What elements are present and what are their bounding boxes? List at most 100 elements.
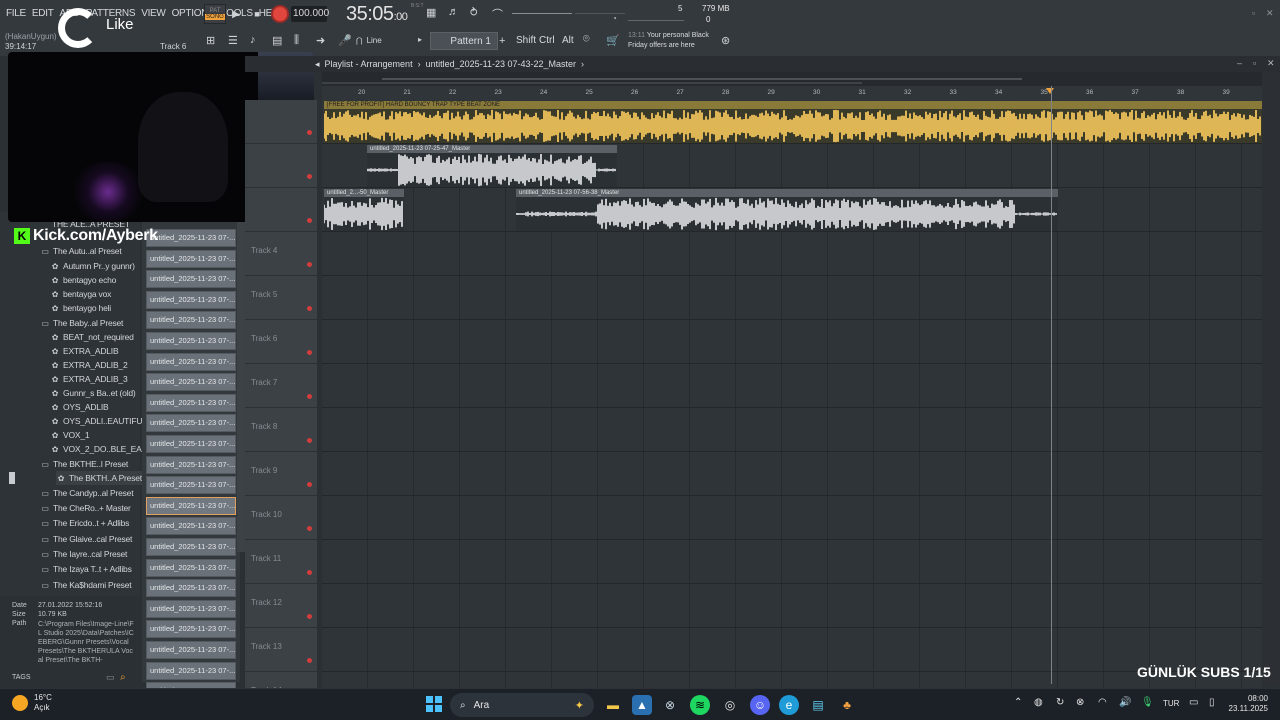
piano-roll-icon[interactable]: ♪	[250, 34, 256, 46]
steam-icon[interactable]: ⊗	[660, 695, 680, 715]
browser-folder[interactable]: ▭ The Ka$hdami Preset	[40, 578, 131, 592]
track-header[interactable]: Track 7	[245, 364, 317, 408]
browser-folder[interactable]: ▭ The BKTHE..l Preset	[40, 457, 128, 471]
browser-folder[interactable]: ▭ The CheRo..+ Master	[40, 501, 131, 515]
browser-folder[interactable]: ▭ The Iayre..cal Preset	[40, 547, 127, 561]
playhead[interactable]	[1051, 86, 1052, 684]
track-lane[interactable]	[322, 364, 1262, 408]
browser-preset[interactable]: ✿ Autumn Pr..y gunnr)	[50, 259, 135, 273]
browser-preset[interactable]: ✿ Gunnr_s Ba..et (old)	[50, 386, 136, 400]
weather-widget[interactable]: 16°C Açık	[12, 693, 52, 713]
windows-start-icon[interactable]	[426, 696, 442, 712]
picker-item[interactable]: untitled_2025-11-23 07-...	[146, 620, 236, 639]
track-record-dot-icon[interactable]	[307, 438, 312, 443]
master-pitch-slider[interactable]	[575, 13, 625, 14]
menu-file[interactable]: FILE	[6, 8, 26, 19]
picker-item[interactable]: untitled_2025-11-23 07-...	[146, 290, 236, 309]
ctrl-key-button[interactable]: Ctrl	[539, 33, 555, 49]
track-header[interactable]: Track 6	[245, 320, 317, 364]
track-record-dot-icon[interactable]	[307, 130, 312, 135]
microphone-icon[interactable]: 🎤	[338, 34, 352, 47]
playlist-maximize-icon[interactable]: ▫	[1253, 58, 1256, 68]
picker-item[interactable]: untitled_2025-11-23 07-...	[146, 496, 236, 515]
countdown-icon[interactable]: ⌒	[492, 6, 503, 22]
track-header[interactable]: Track 8	[245, 408, 317, 452]
track-header[interactable]	[245, 100, 317, 144]
chrome-like-icon[interactable]: ◎	[720, 695, 740, 715]
browser-preset[interactable]: ✿ VOX_2_DO..BLE_EAR	[50, 442, 148, 456]
typing-keyboard-icon[interactable]: ▦	[426, 6, 436, 19]
wifi-icon[interactable]: ◠	[1098, 697, 1107, 708]
track-header[interactable]	[245, 188, 317, 232]
globe-icon[interactable]: ⊛	[721, 34, 730, 47]
picker-item[interactable]: untitled_2025-11-23 07-...	[146, 661, 236, 680]
notepad-icon[interactable]: ▤	[808, 695, 828, 715]
track-record-dot-icon[interactable]	[307, 526, 312, 531]
play-button[interactable]: ▶	[228, 5, 244, 23]
track-record-dot-icon[interactable]	[307, 174, 312, 179]
track-record-dot-icon[interactable]	[307, 614, 312, 619]
picker-item[interactable]: untitled_2025-11-23 07-...	[146, 414, 236, 433]
playlist-icon[interactable]: ▤	[272, 34, 282, 47]
photos-app-icon[interactable]: ▲	[632, 695, 652, 715]
pat-song-toggle[interactable]: PAT SONG	[204, 4, 226, 24]
picker-item[interactable]: untitled_2025-11-23 07-...	[146, 435, 236, 453]
picker-item[interactable]: untitled_2025-11-23 07-...	[146, 558, 236, 577]
fl-studio-icon[interactable]: ♣	[837, 695, 857, 715]
track-record-dot-icon[interactable]	[307, 218, 312, 223]
stop-button[interactable]: ■	[249, 5, 265, 23]
menu-edit[interactable]: EDIT	[32, 8, 54, 19]
snap-selector[interactable]: ⋂ Line	[356, 32, 412, 48]
track-lane[interactable]	[322, 276, 1262, 320]
track-record-dot-icon[interactable]	[307, 570, 312, 575]
browser-preset[interactable]: ✿ OYS_ADLIB	[50, 400, 109, 414]
add-pattern-button[interactable]: +	[499, 35, 505, 47]
audio-clip-vocal-2[interactable]: untitled_2...-50_Master	[324, 189, 404, 231]
browser-preset[interactable]: ✿ VOX_1	[50, 428, 90, 442]
browser-preset[interactable]: ✿ The BKTH..A Preset	[56, 471, 142, 485]
picker-item[interactable]: untitled_2025-11-23 07-...	[146, 311, 236, 330]
picker-item[interactable]: untitled_2025-11-23 07-...	[146, 641, 236, 659]
tray-chevron-icon[interactable]: ⌃	[1014, 697, 1022, 708]
cart-icon[interactable]: 🛒	[606, 34, 620, 47]
battery-icon[interactable]: ▯	[1209, 697, 1215, 708]
news-panel[interactable]: 13:11 Your personal Black Friday offers …	[628, 31, 709, 51]
step-edit-icon[interactable]: ♬	[448, 6, 459, 18]
feedback-icon[interactable]: ⌾	[583, 33, 590, 46]
search-tags-icon[interactable]: ⌕	[120, 672, 126, 683]
spotify-icon[interactable]: ≋	[690, 695, 710, 715]
picker-item[interactable]: untitled_2025-11-23 07-...	[146, 393, 236, 412]
browser-folder[interactable]: ▭ The Glaive..cal Preset	[40, 532, 132, 546]
track-record-dot-icon[interactable]	[307, 306, 312, 311]
picker-item[interactable]: untitled_2025-11-23 07-...	[146, 599, 236, 618]
track-lane[interactable]	[322, 452, 1262, 496]
display-icon[interactable]: ▭	[1189, 697, 1198, 708]
wait-input-icon[interactable]: ⥁	[470, 6, 478, 19]
track-record-dot-icon[interactable]	[307, 658, 312, 663]
browser-folder[interactable]: ▭ The Izaya T..t + Adlibs	[40, 562, 132, 576]
folder-tag-icon[interactable]: ▭	[106, 672, 115, 683]
playlist-scrollbar[interactable]	[1262, 72, 1280, 684]
browser-preset[interactable]: ✿ bentaygo heli	[50, 301, 111, 315]
track-lane[interactable]	[322, 408, 1262, 452]
taskbar-clock[interactable]: 08:00 23.11.2025	[1226, 694, 1268, 714]
track-header[interactable]: Track 13	[245, 628, 317, 672]
track-lane[interactable]	[322, 540, 1262, 584]
track-lane[interactable]	[322, 320, 1262, 364]
tempo-display[interactable]: 100.000	[291, 6, 329, 22]
track-header[interactable]: Track 5	[245, 276, 317, 320]
edge-icon[interactable]: e	[779, 695, 799, 715]
audio-clip-beat[interactable]: [FREE FOR PROFIT] HARD BOUNCY TRAP TYPE …	[324, 101, 1262, 143]
minimize-icon[interactable]: ▫	[1252, 8, 1255, 18]
track-record-dot-icon[interactable]	[307, 394, 312, 399]
record-button[interactable]	[271, 5, 289, 23]
picker-scrollbar[interactable]	[237, 212, 245, 552]
browser-preset[interactable]: ✿ EXTRA_ADLIB_2	[50, 358, 128, 372]
picker-item[interactable]: untitled_2025-11-23 07-...	[146, 579, 236, 598]
track-record-dot-icon[interactable]	[307, 262, 312, 267]
taskbar-search[interactable]: ⌕ Ara ✦	[450, 693, 594, 717]
playlist-overview[interactable]	[322, 72, 1262, 86]
browser-folder[interactable]: ▭ The Autu..al Preset	[40, 244, 121, 258]
playlist-minimize-icon[interactable]: –	[1237, 58, 1242, 68]
shift-key-button[interactable]: Shift	[516, 33, 536, 49]
